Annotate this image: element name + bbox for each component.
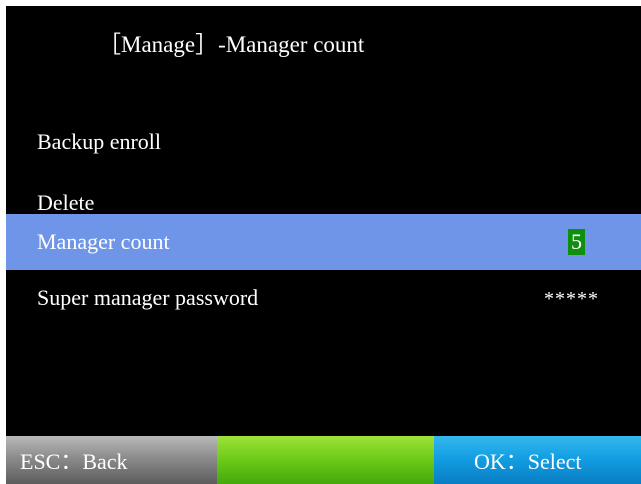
super-manager-password-value: ***** xyxy=(544,288,599,310)
device-screen: ［Manage］-Manager count Backup enroll Del… xyxy=(6,6,641,484)
ok-select-button[interactable]: OK：Select xyxy=(434,436,641,484)
menu-item-super-manager-password[interactable]: Super manager password ***** xyxy=(6,270,641,326)
ok-select-label: OK：Select xyxy=(474,449,582,474)
manager-count-value[interactable]: 5 xyxy=(568,229,585,255)
page-title: ［Manage］-Manager count xyxy=(98,32,365,57)
middle-soft-key-button[interactable] xyxy=(217,436,434,484)
menu-item-backup-enroll[interactable]: Backup enroll xyxy=(6,114,641,170)
menu-item-label: Manager count xyxy=(37,229,170,254)
menu-item-manager-count[interactable]: Manager count 5 xyxy=(6,214,641,270)
esc-back-button[interactable]: ESC：Back xyxy=(6,436,217,484)
menu-item-label: Delete xyxy=(37,190,95,215)
menu-item-label: Backup enroll xyxy=(37,129,162,154)
esc-back-label: ESC：Back xyxy=(20,449,128,474)
soft-key-bar: ESC：Back OK：Select xyxy=(6,436,641,484)
